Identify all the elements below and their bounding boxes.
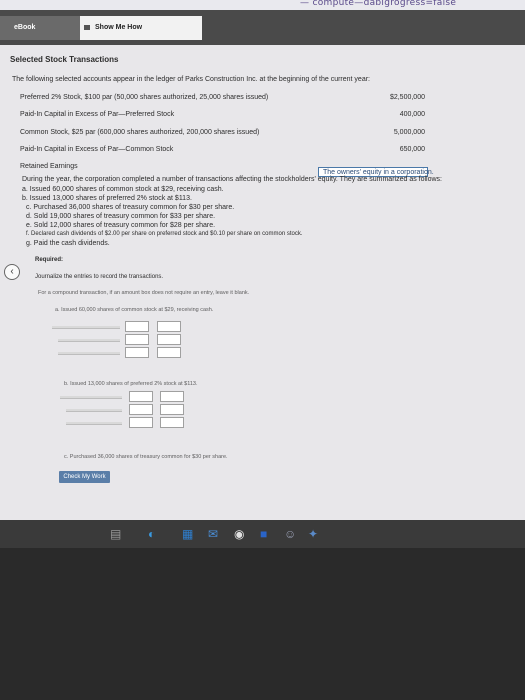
taskbar: ▤ ◐ ▦ ✉ ◉ ■ ☺ ✦ <box>0 520 525 548</box>
network-icon[interactable]: ✦ <box>308 528 318 540</box>
credit-input-b3[interactable] <box>160 417 184 428</box>
credit-input-a3[interactable] <box>157 347 181 358</box>
file-explorer-icon[interactable]: ▤ <box>110 528 121 540</box>
edge-icon[interactable]: ◐ <box>148 528 155 540</box>
account-name: Paid-In Capital in Excess of Par—Preferr… <box>20 111 175 118</box>
entry-a-label: a. Issued 60,000 shares of common stock … <box>55 307 214 313</box>
intro-text: The following selected accounts appear i… <box>12 76 370 83</box>
during-year-text: During the year, the corporation complet… <box>22 176 442 183</box>
account-select-a1[interactable] <box>52 326 120 329</box>
journalize-text: Journalize the entries to record the tra… <box>35 274 164 280</box>
transaction-item: b. Issued 13,000 shares of preferred 2% … <box>22 195 192 202</box>
required-label: Required: <box>35 257 64 263</box>
debit-input-b1[interactable] <box>129 391 153 402</box>
check-my-work-button[interactable]: Check My Work <box>59 471 110 483</box>
debit-input-b2[interactable] <box>129 404 153 415</box>
entry-b-label: b. Issued 13,000 shares of preferred 2% … <box>64 381 198 387</box>
account-select-b1[interactable] <box>60 396 122 399</box>
store-icon[interactable]: ▦ <box>182 528 193 540</box>
back-chevron-icon[interactable]: ‹ <box>4 264 20 280</box>
screen: eBook Show Me How Selected Stock Transac… <box>0 10 525 520</box>
account-amount: 650,000 <box>399 146 425 153</box>
account-name: Common Stock, $25 par (600,000 shares au… <box>20 129 260 136</box>
transaction-item: g. Paid the cash dividends. <box>26 240 110 247</box>
browser-url-strip: — compute—dabigrogress=false <box>0 0 525 10</box>
tab-ebook[interactable]: eBook <box>0 16 80 40</box>
account-select-a2[interactable] <box>58 339 120 342</box>
account-name: Paid-In Capital in Excess of Par—Common … <box>20 146 174 153</box>
entry-c-label: c. Purchased 36,000 shares of treasury c… <box>64 454 228 460</box>
account-select-b3[interactable] <box>66 422 122 425</box>
tab-show-me-how[interactable]: Show Me How <box>80 16 202 40</box>
app-icon[interactable]: ☺ <box>284 528 296 540</box>
tab-bar: eBook Show Me How <box>0 10 525 45</box>
video-icon <box>84 25 90 30</box>
problem-title: Selected Stock Transactions <box>10 55 119 64</box>
transaction-item: d. Sold 19,000 shares of treasury common… <box>26 213 216 220</box>
account-amount: 400,000 <box>399 111 425 118</box>
credit-input-b1[interactable] <box>160 391 184 402</box>
mail-icon[interactable]: ✉ <box>208 528 218 540</box>
credit-input-a1[interactable] <box>157 321 181 332</box>
transaction-item: e. Sold 12,000 shares of treasury common… <box>26 222 216 229</box>
word-icon[interactable]: ■ <box>260 528 267 540</box>
account-select-a3[interactable] <box>58 352 120 355</box>
transaction-item: c. Purchased 36,000 shares of treasury c… <box>26 204 235 211</box>
desk-background: ▤ ◐ ▦ ✉ ◉ ■ ☺ ✦ <box>0 520 525 700</box>
debit-input-a3[interactable] <box>125 347 149 358</box>
account-name: Preferred 2% Stock, $100 par (50,000 sha… <box>20 94 269 101</box>
account-name: Retained Earnings <box>20 163 78 170</box>
transaction-item: a. Issued 60,000 shares of common stock … <box>22 186 224 193</box>
problem-content: Selected Stock Transactions The followin… <box>0 45 525 520</box>
url-text: — compute—dabigrogress=false <box>300 0 457 8</box>
chrome-icon[interactable]: ◉ <box>234 528 244 540</box>
transaction-item: f. Declared cash dividends of $2.00 per … <box>26 231 303 237</box>
credit-input-b2[interactable] <box>160 404 184 415</box>
account-select-b2[interactable] <box>66 409 122 412</box>
credit-input-a2[interactable] <box>157 334 181 345</box>
debit-input-b3[interactable] <box>129 417 153 428</box>
instruction-text: For a compound transaction, if an amount… <box>38 290 250 296</box>
debit-input-a2[interactable] <box>125 334 149 345</box>
debit-input-a1[interactable] <box>125 321 149 332</box>
account-amount: 5,000,000 <box>393 129 425 136</box>
account-amount: $2,500,000 <box>389 94 425 101</box>
tab-show-me-how-label: Show Me How <box>95 24 143 31</box>
